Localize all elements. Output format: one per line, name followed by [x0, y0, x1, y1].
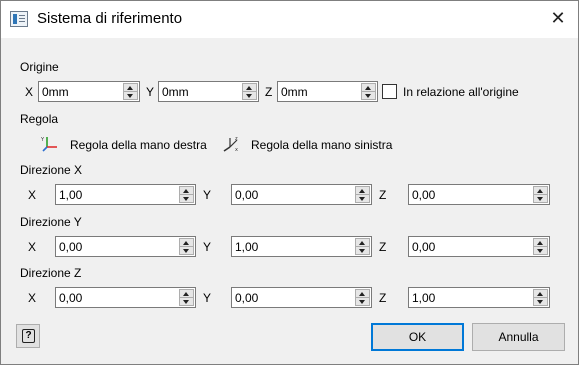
direction-x-x-value: 1,00: [59, 188, 83, 202]
right-hand-rule-label[interactable]: Regola della mano destra: [70, 138, 207, 152]
spin-up-icon[interactable]: [243, 84, 256, 92]
left-hand-rule-label[interactable]: Regola della mano sinistra: [251, 138, 392, 152]
relative-to-origin-label: In relazione all'origine: [403, 85, 519, 99]
spin-down-icon[interactable]: [534, 195, 547, 203]
direction-y-x-input[interactable]: 0,00: [55, 236, 196, 257]
direction-y-z-value: 0,00: [412, 240, 436, 254]
origin-y-value: 0mm: [162, 85, 189, 99]
origin-x-value: 0mm: [42, 85, 69, 99]
direction-y-section-label: Direzione Y: [20, 215, 82, 229]
spin-up-icon[interactable]: [180, 187, 193, 195]
spin-down-icon[interactable]: [356, 247, 369, 255]
spin-up-icon[interactable]: [180, 290, 193, 298]
direction-z-x-spinner[interactable]: [179, 289, 194, 306]
spin-up-icon[interactable]: [124, 84, 137, 92]
origin-z-value: 0mm: [281, 85, 308, 99]
direction-y-z-label: Z: [379, 240, 387, 254]
direction-x-y-spinner[interactable]: [355, 186, 370, 203]
direction-z-y-spinner[interactable]: [355, 289, 370, 306]
origin-z-input[interactable]: 0mm: [277, 81, 378, 102]
spin-up-icon[interactable]: [534, 290, 547, 298]
cancel-button[interactable]: Annulla: [472, 323, 565, 351]
direction-z-y-label: Y: [203, 291, 212, 305]
direction-x-x-label: X: [28, 188, 37, 202]
origin-x-input[interactable]: 0mm: [38, 81, 140, 102]
spin-up-icon[interactable]: [534, 187, 547, 195]
left-hand-axes-icon[interactable]: z x: [222, 135, 240, 153]
direction-z-section-label: Direzione Z: [20, 266, 82, 280]
app-icon: [10, 11, 28, 27]
origin-x-label: X: [25, 85, 34, 99]
spin-down-icon[interactable]: [356, 298, 369, 306]
origin-z-spinner[interactable]: [361, 83, 376, 100]
spin-up-icon[interactable]: [356, 187, 369, 195]
spin-up-icon[interactable]: [356, 239, 369, 247]
close-icon: ✕: [550, 8, 566, 28]
direction-z-x-value: 0,00: [59, 291, 83, 305]
spin-down-icon[interactable]: [362, 92, 375, 100]
help-button[interactable]: ?: [16, 324, 40, 348]
spin-up-icon[interactable]: [362, 84, 375, 92]
direction-x-z-value: 0,00: [412, 188, 436, 202]
direction-z-x-input[interactable]: 0,00: [55, 287, 196, 308]
spin-down-icon[interactable]: [180, 298, 193, 306]
direction-z-z-label: Z: [379, 291, 387, 305]
direction-y-y-value: 1,00: [235, 240, 259, 254]
origin-section-label: Origine: [20, 60, 59, 74]
direction-x-x-spinner[interactable]: [179, 186, 194, 203]
spin-up-icon[interactable]: [534, 239, 547, 247]
close-button[interactable]: ✕: [544, 5, 572, 31]
rule-section-label: Regola: [20, 112, 59, 126]
direction-x-section-label: Direzione X: [20, 163, 83, 177]
spin-down-icon[interactable]: [124, 92, 137, 100]
reference-system-dialog: Sistema di riferimento ✕ Origine X 0mm Y…: [0, 0, 579, 365]
origin-x-spinner[interactable]: [123, 83, 138, 100]
direction-y-z-spinner[interactable]: [533, 238, 548, 255]
origin-z-label: Z: [265, 85, 273, 99]
direction-x-z-spinner[interactable]: [533, 186, 548, 203]
direction-y-x-spinner[interactable]: [179, 238, 194, 255]
direction-x-y-label: Y: [203, 188, 212, 202]
direction-y-y-input[interactable]: 1,00: [231, 236, 372, 257]
spin-down-icon[interactable]: [243, 92, 256, 100]
direction-x-z-label: Z: [379, 188, 387, 202]
svg-text:z: z: [235, 136, 238, 142]
spin-up-icon[interactable]: [356, 290, 369, 298]
help-icon: ?: [22, 329, 35, 343]
direction-y-x-label: X: [28, 240, 37, 254]
direction-y-y-spinner[interactable]: [355, 238, 370, 255]
spin-up-icon[interactable]: [180, 239, 193, 247]
direction-z-z-input[interactable]: 1,00: [408, 287, 550, 308]
direction-x-y-input[interactable]: 0,00: [231, 184, 372, 205]
spin-down-icon[interactable]: [180, 195, 193, 203]
svg-text:Y: Y: [41, 137, 45, 143]
dialog-title: Sistema di riferimento: [37, 10, 183, 27]
direction-y-y-label: Y: [203, 240, 212, 254]
direction-y-x-value: 0,00: [59, 240, 83, 254]
direction-y-z-input[interactable]: 0,00: [408, 236, 550, 257]
direction-z-z-value: 1,00: [412, 291, 436, 305]
origin-y-spinner[interactable]: [242, 83, 257, 100]
svg-text:x: x: [235, 147, 238, 153]
spin-down-icon[interactable]: [180, 247, 193, 255]
direction-z-x-label: X: [28, 291, 37, 305]
spin-down-icon[interactable]: [534, 298, 547, 306]
direction-x-x-input[interactable]: 1,00: [55, 184, 196, 205]
ok-button[interactable]: OK: [371, 323, 464, 351]
origin-y-input[interactable]: 0mm: [158, 81, 259, 102]
direction-x-z-input[interactable]: 0,00: [408, 184, 550, 205]
direction-z-z-spinner[interactable]: [533, 289, 548, 306]
direction-z-y-input[interactable]: 0,00: [231, 287, 372, 308]
relative-to-origin-checkbox[interactable]: [382, 84, 397, 99]
direction-z-y-value: 0,00: [235, 291, 259, 305]
spin-down-icon[interactable]: [534, 247, 547, 255]
title-bar: Sistema di riferimento ✕: [1, 1, 578, 38]
right-hand-axes-icon[interactable]: Y: [41, 135, 59, 153]
direction-x-y-value: 0,00: [235, 188, 259, 202]
origin-y-label: Y: [146, 85, 155, 99]
spin-down-icon[interactable]: [356, 195, 369, 203]
